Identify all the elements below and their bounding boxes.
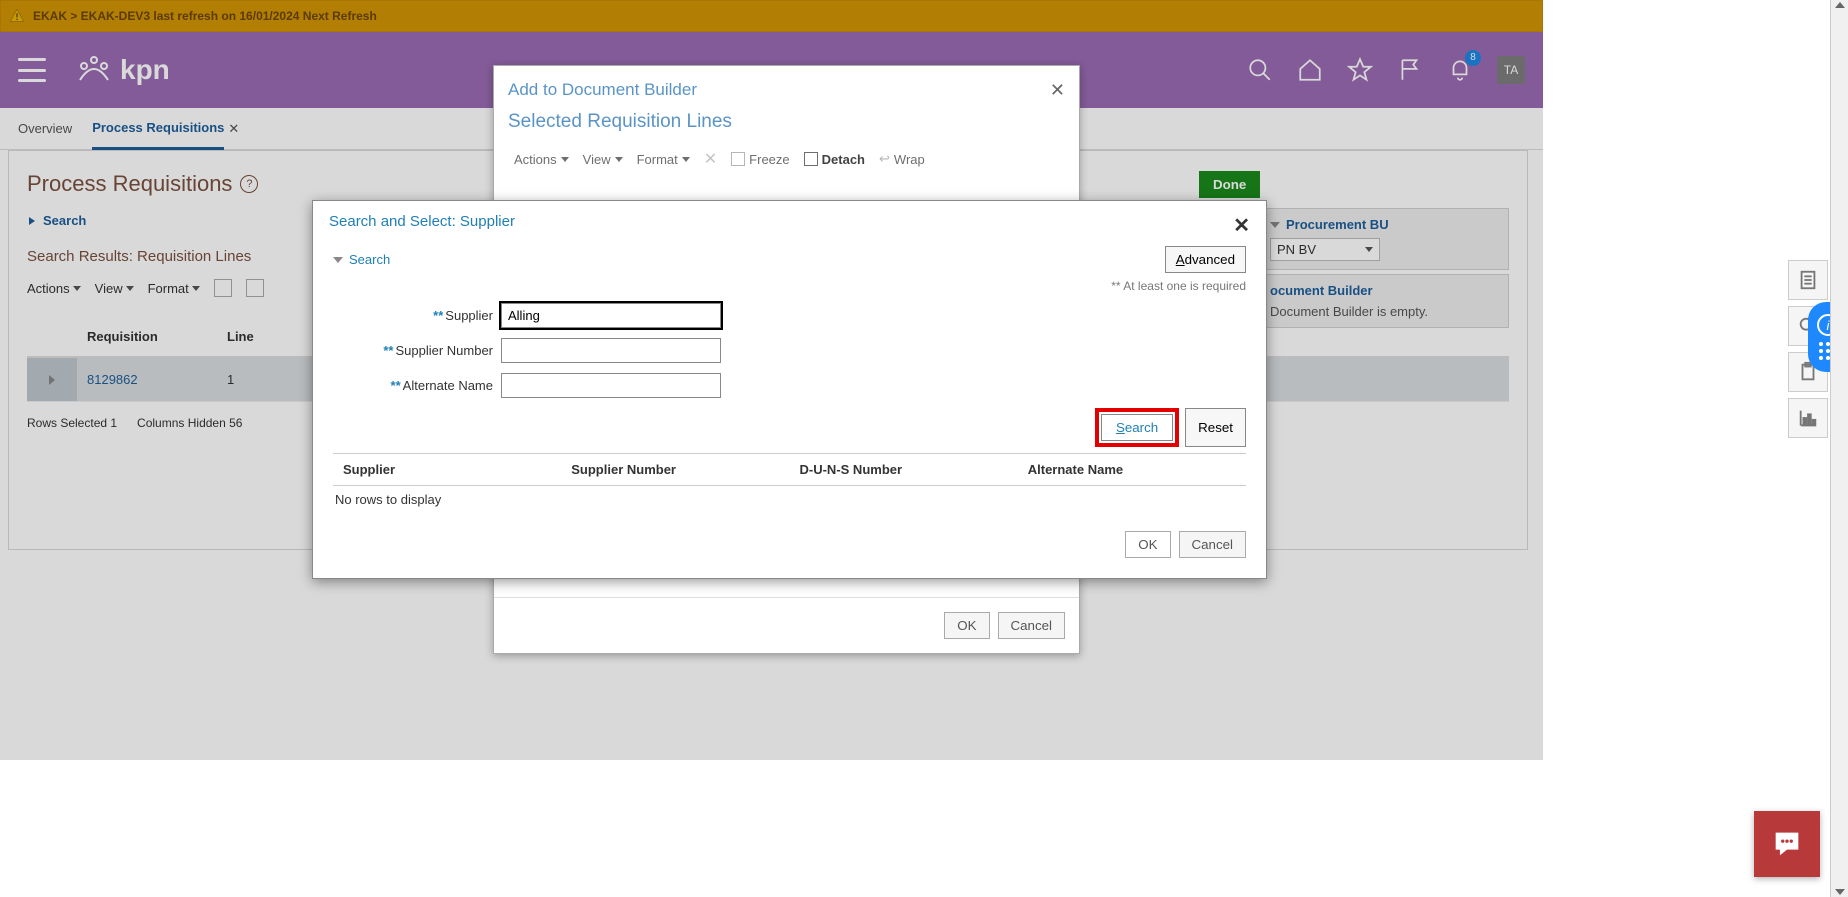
builder-dialog-title: Add to Document Builder: [508, 80, 697, 101]
side-tool-chart-icon[interactable]: [1788, 398, 1828, 438]
chevron-down-icon: [73, 286, 81, 291]
search-ok-button[interactable]: OK: [1125, 531, 1170, 558]
crown-icon: [74, 52, 114, 88]
view-menu-label: View: [95, 281, 123, 296]
procurement-bu-value: PN BV: [1277, 242, 1316, 257]
builder-cancel-button[interactable]: Cancel: [998, 612, 1066, 639]
user-avatar[interactable]: TA: [1497, 56, 1525, 84]
close-tab-icon[interactable]: ✕: [228, 121, 239, 137]
procurement-bu-title: Procurement BU: [1286, 217, 1389, 232]
search-results-table: Supplier Supplier Number D-U-N-S Number …: [333, 453, 1246, 513]
page-title-text: Process Requisitions: [27, 171, 232, 197]
supplier-number-label: Supplier Number: [395, 343, 493, 358]
builder-detach[interactable]: Detach: [804, 152, 865, 167]
warning-icon: [9, 8, 25, 24]
scroll-down-icon[interactable]: [1835, 889, 1845, 895]
search-dialog-title: Search and Select: Supplier: [329, 213, 515, 230]
format-menu[interactable]: Format: [148, 281, 200, 296]
chat-icon: [1770, 827, 1804, 861]
builder-view-menu[interactable]: View: [583, 152, 623, 167]
builder-actions-menu[interactable]: Actions: [514, 152, 569, 167]
alternate-name-input[interactable]: [501, 373, 721, 398]
supplier-input[interactable]: [501, 303, 721, 328]
chevron-down-icon: [126, 286, 134, 291]
search-dialog-close-icon[interactable]: ✕: [1233, 213, 1250, 238]
alternate-name-label: Alternate Name: [403, 378, 493, 393]
view-menu[interactable]: View: [95, 281, 134, 296]
col-duns[interactable]: D-U-N-S Number: [790, 454, 1018, 485]
advanced-button[interactable]: Advanced: [1165, 246, 1246, 273]
tab-process-requisitions[interactable]: Process Requisitions: [92, 108, 224, 150]
supplier-label: Supplier: [445, 308, 493, 323]
chevron-down-icon: [333, 257, 343, 263]
side-tool-document-icon[interactable]: [1788, 260, 1828, 300]
builder-dialog-subtitle: Selected Requisition Lines: [494, 105, 1079, 139]
flag-icon[interactable]: [1397, 57, 1423, 83]
right-column: Done Procurement BU PN BV ocument Builde…: [1259, 171, 1509, 328]
env-notification-text: EKAK > EKAK-DEV3 last refresh on 16/01/2…: [33, 9, 377, 23]
builder-format-menu[interactable]: Format: [637, 152, 690, 167]
col-requisition[interactable]: Requisition: [77, 317, 217, 356]
env-notification-bar: EKAK > EKAK-DEV3 last refresh on 16/01/2…: [0, 0, 1543, 32]
document-builder-title: ocument Builder: [1270, 283, 1373, 298]
search-icon[interactable]: [1247, 57, 1273, 83]
builder-delete-icon[interactable]: ✕: [704, 149, 717, 169]
format-menu-label: Format: [148, 281, 189, 296]
search-section-collapser[interactable]: Search: [333, 252, 390, 267]
supplier-number-input[interactable]: [501, 338, 721, 363]
scroll-up-icon[interactable]: [1835, 2, 1845, 8]
actions-menu-label: Actions: [27, 281, 70, 296]
search-section-label: Search: [349, 252, 390, 267]
toolbar-icon-1[interactable]: [214, 279, 232, 297]
builder-ok-button[interactable]: OK: [944, 612, 989, 639]
requisition-link[interactable]: 8129862: [77, 372, 217, 387]
actions-menu[interactable]: Actions: [27, 281, 81, 296]
search-cancel-button[interactable]: Cancel: [1179, 531, 1247, 558]
document-builder-body: Document Builder is empty.: [1270, 304, 1498, 319]
col-supplier[interactable]: Supplier: [333, 454, 561, 485]
brand-logo[interactable]: kpn: [74, 52, 170, 88]
document-builder-box: ocument Builder Document Builder is empt…: [1259, 274, 1509, 328]
builder-freeze[interactable]: Freeze: [731, 152, 789, 167]
col-alternate-name[interactable]: Alternate Name: [1018, 454, 1246, 485]
star-icon[interactable]: [1347, 57, 1373, 83]
procurement-bu-box: Procurement BU PN BV: [1259, 208, 1509, 270]
no-rows-message: No rows to display: [333, 486, 1246, 513]
rows-selected-label: Rows Selected 1: [27, 416, 117, 430]
required-hint: ** At least one is required: [333, 279, 1246, 293]
home-icon[interactable]: [1297, 57, 1323, 83]
line-cell: 1: [217, 372, 297, 387]
col-line[interactable]: Line: [217, 317, 297, 356]
search-button[interactable]: Search: [1101, 414, 1173, 441]
chat-button[interactable]: [1754, 811, 1820, 877]
vertical-scrollbar[interactable]: [1830, 0, 1848, 897]
search-collapser-label: Search: [43, 213, 86, 228]
builder-close-icon[interactable]: ✕: [1050, 80, 1065, 101]
columns-hidden-label: Columns Hidden 56: [137, 416, 242, 430]
notifications-button[interactable]: 8: [1447, 56, 1473, 85]
procurement-bu-select[interactable]: PN BV: [1270, 238, 1380, 261]
search-button-highlight: Search: [1095, 408, 1179, 447]
chevron-down-icon: [192, 286, 200, 291]
done-button[interactable]: Done: [1199, 171, 1260, 198]
tab-overview[interactable]: Overview: [18, 109, 72, 148]
builder-toolbar: Actions View Format ✕ Freeze Detach ↩Wra…: [494, 139, 1079, 179]
brand-name: kpn: [120, 54, 170, 86]
menu-icon[interactable]: [18, 58, 46, 82]
builder-wrap[interactable]: ↩Wrap: [879, 151, 925, 167]
help-icon[interactable]: ?: [240, 175, 258, 193]
notification-count: 8: [1465, 50, 1481, 66]
search-select-dialog: Search and Select: Supplier ✕ Search Adv…: [312, 200, 1267, 579]
toolbar-icon-2[interactable]: [246, 279, 264, 297]
chevron-right-icon: [27, 216, 37, 226]
col-supplier-number[interactable]: Supplier Number: [561, 454, 789, 485]
chevron-down-icon: [1270, 222, 1280, 228]
expand-row-icon[interactable]: [27, 358, 77, 401]
chevron-down-icon: [1365, 247, 1373, 252]
reset-button[interactable]: Reset: [1185, 408, 1246, 447]
search-form: **Supplier **Supplier Number **Alternate…: [333, 303, 1246, 398]
